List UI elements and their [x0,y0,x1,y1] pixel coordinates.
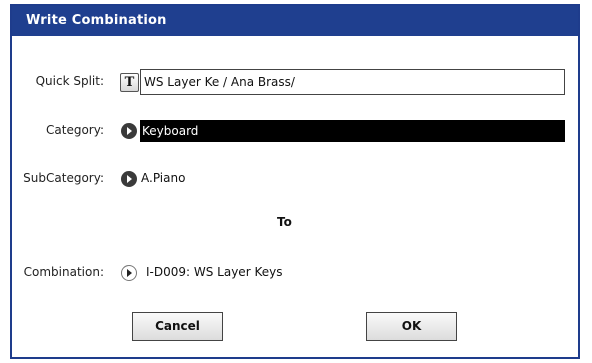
subcategory-select-arrow-icon[interactable] [121,171,137,187]
to-label: To [277,215,292,229]
combination-label: Combination: [23,265,104,279]
subcategory-label: SubCategory: [23,171,104,185]
category-select-arrow-icon[interactable] [121,123,137,139]
dialog-title: Write Combination [12,6,578,36]
text-edit-button[interactable]: T [120,73,139,92]
combination-select-arrow-icon[interactable] [121,265,137,281]
cancel-button[interactable]: Cancel [132,312,223,341]
category-label: Category: [46,123,104,137]
combination-value[interactable]: I-D009: WS Layer Keys [146,265,282,279]
subcategory-value[interactable]: A.Piano [141,171,185,185]
quick-split-label: Quick Split: [35,74,104,88]
ok-button[interactable]: OK [366,312,457,341]
write-combination-dialog: Write Combination Quick Split: T WS Laye… [10,4,580,359]
quick-split-name-field[interactable]: WS Layer Ke / Ana Brass/ [140,69,565,95]
category-value[interactable]: Keyboard [140,120,565,142]
